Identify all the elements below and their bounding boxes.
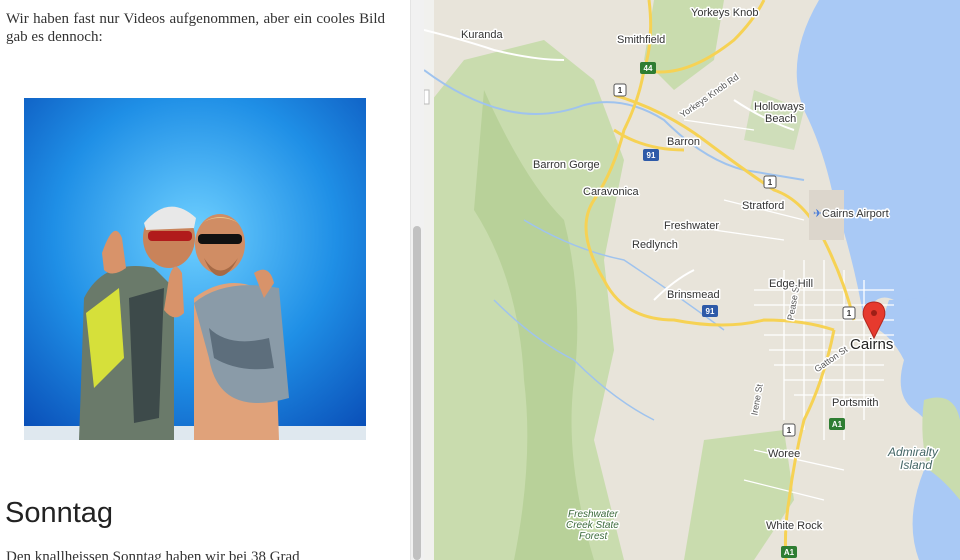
place-label-portsmith: Portsmith bbox=[832, 397, 878, 409]
place-label-freshwater-creek: Freshwater bbox=[568, 509, 619, 520]
place-label-freshwater-creek-3: Forest bbox=[579, 531, 609, 542]
svg-text:91: 91 bbox=[706, 307, 715, 316]
place-label-cairns: Cairns bbox=[850, 336, 893, 353]
map-canvas[interactable]: ✈ 44 1 91 1 91 1 1 A1 A1 Yorkeys Knob Rd… bbox=[424, 0, 960, 560]
svg-text:1: 1 bbox=[768, 178, 773, 187]
route-shield-91-top: 91 bbox=[643, 149, 659, 161]
intro-paragraph: Wir haben fast nur Videos aufgenommen, a… bbox=[6, 11, 385, 45]
place-label-brinsmead: Brinsmead bbox=[667, 289, 720, 301]
section-heading: Sonntag bbox=[5, 497, 114, 529]
route-shield-1-mid: 1 bbox=[763, 175, 777, 189]
airport-icon: ✈ bbox=[813, 207, 822, 220]
svg-text:91: 91 bbox=[647, 151, 656, 160]
route-shield-1-south: 1 bbox=[782, 423, 796, 437]
place-label-cairns-airport: Cairns Airport bbox=[822, 208, 889, 220]
place-label-stratford: Stratford bbox=[742, 200, 784, 212]
place-label-white-rock: White Rock bbox=[766, 520, 823, 532]
place-label-admiralty-island-2: Island bbox=[900, 458, 932, 472]
route-shield-1-top: 1 bbox=[613, 83, 627, 97]
svg-text:1: 1 bbox=[847, 309, 852, 318]
route-shield-a1-lower: A1 bbox=[781, 546, 797, 558]
map-view[interactable]: ✈ 44 1 91 1 91 1 1 A1 A1 Yorkeys Knob Rd… bbox=[424, 0, 960, 560]
place-label-yorkeys-knob: Yorkeys Knob bbox=[691, 7, 758, 19]
place-label-edge-hill: Edge Hill bbox=[769, 278, 813, 290]
route-shield-44: 44 bbox=[640, 62, 656, 74]
place-label-barron-gorge: Barron Gorge bbox=[533, 159, 600, 171]
place-label-freshwater: Freshwater bbox=[664, 220, 719, 232]
route-shield-1-cairns: 1 bbox=[842, 306, 856, 320]
place-label-barron: Barron bbox=[667, 136, 700, 148]
svg-text:A1: A1 bbox=[832, 420, 843, 429]
place-label-redlynch: Redlynch bbox=[632, 239, 678, 251]
place-label-smithfield: Smithfield bbox=[617, 34, 665, 46]
place-label-freshwater-creek-2: Creek State bbox=[566, 520, 619, 531]
route-shield-91-bottom: 91 bbox=[702, 305, 718, 317]
route-shield-a1-upper: A1 bbox=[829, 418, 845, 430]
svg-text:1: 1 bbox=[618, 86, 623, 95]
selfie-photo[interactable] bbox=[24, 98, 366, 440]
scrollbar-thumb[interactable] bbox=[413, 226, 421, 560]
article-panel: Wir haben fast nur Videos aufgenommen, a… bbox=[0, 0, 410, 560]
place-label-holloways-beach: Holloways bbox=[754, 101, 805, 113]
place-label-kuranda: Kuranda bbox=[461, 29, 503, 41]
place-label-woree: Woree bbox=[768, 448, 800, 460]
place-label-admiralty-island: Admiralty bbox=[887, 445, 939, 459]
svg-text:1: 1 bbox=[787, 426, 792, 435]
place-label-holloways-beach-2: Beach bbox=[765, 113, 796, 125]
following-paragraph: Den knallheissen Sonntag haben wir bei 3… bbox=[6, 549, 300, 560]
svg-text:A1: A1 bbox=[784, 548, 795, 557]
svg-text:44: 44 bbox=[644, 64, 653, 73]
place-label-caravonica: Caravonica bbox=[583, 186, 640, 198]
